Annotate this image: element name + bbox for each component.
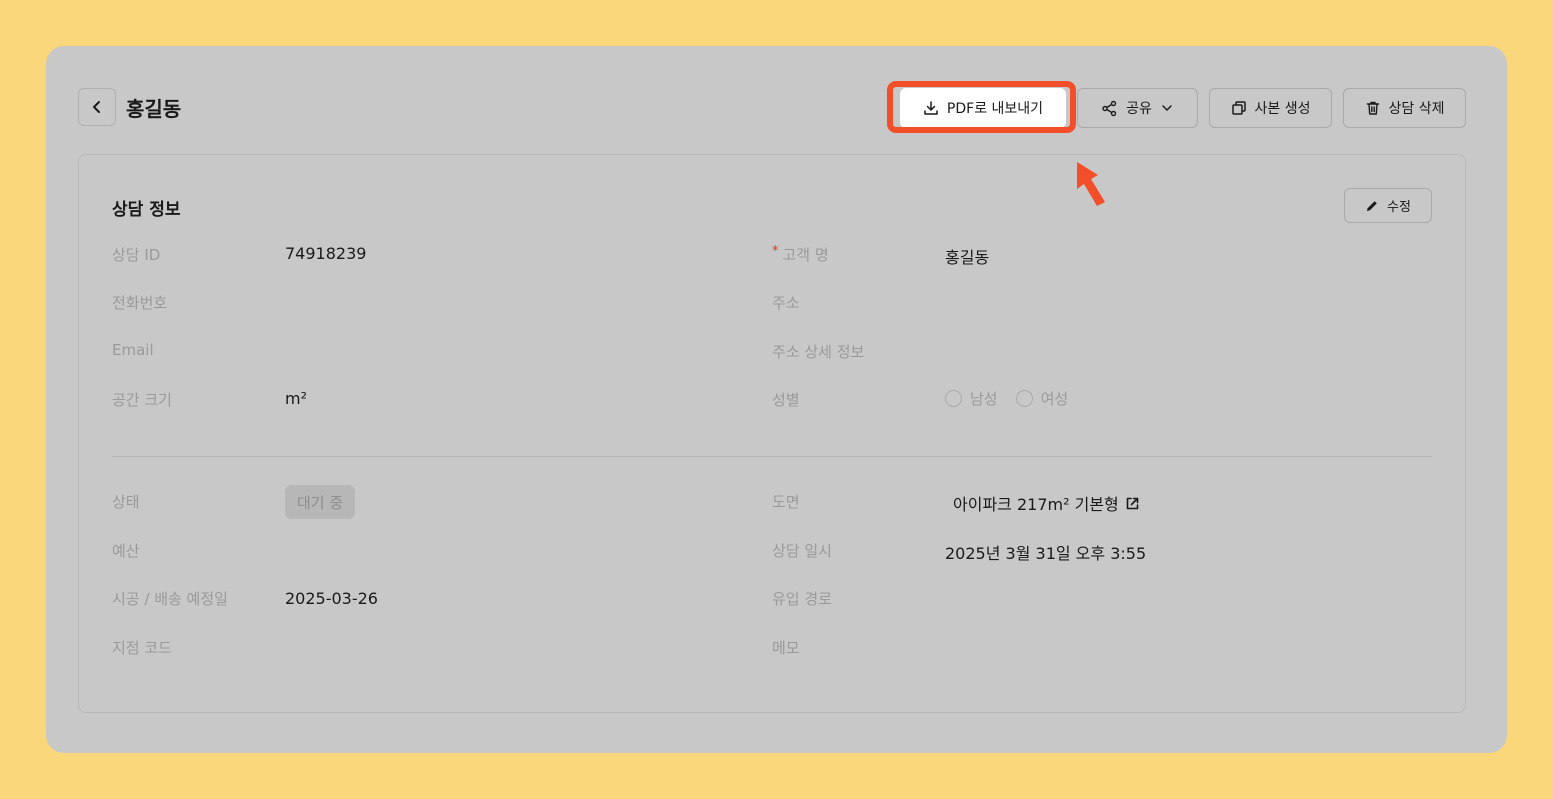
share-label: 공유: [1126, 101, 1152, 117]
gender-radio-group: 남성 여성: [945, 388, 1068, 409]
floorplan-link[interactable]: 아이파크 217m² 기본형: [953, 491, 1140, 515]
customer-name-label-text: 고객 명: [782, 246, 829, 264]
external-link-icon: [1126, 497, 1139, 509]
budget-label: 예산: [112, 542, 140, 560]
radio-circle[interactable]: [1015, 390, 1033, 407]
gender-option-female-label: 여성: [1040, 390, 1069, 408]
chevron-down-icon: [1162, 105, 1172, 111]
install-date-label: 시공 / 배송 예정일: [112, 590, 228, 608]
chevron-left-icon: [93, 101, 100, 113]
delete-label: 상담 삭제: [1388, 101, 1445, 117]
floorplan-value: 아이파크 217m² 기본형: [953, 495, 1119, 514]
status-label: 상태: [112, 493, 140, 511]
page-title: 홍길동: [126, 97, 182, 121]
consultation-info-card: 상담 정보 수정 상담 ID 74918239 * 고객 명 홍길동 전화번호 주…: [78, 154, 1466, 713]
gender-option-female[interactable]: 여성: [1015, 388, 1069, 409]
highlight-box: [887, 81, 1076, 133]
duplicate-button[interactable]: 사본 생성: [1209, 88, 1332, 128]
email-label: Email: [112, 341, 154, 359]
consultation-panel: 홍길동 PDF로 내보내기 공유 사본 생성 상담 삭제 상담 정보 수정 상담…: [46, 46, 1507, 753]
status-badge: 대기 중: [285, 485, 356, 519]
consult-datetime-value: 2025년 3월 31일 오후 3:55: [945, 544, 1147, 563]
edit-label: 수정: [1387, 200, 1411, 215]
address-detail-label: 주소 상세 정보: [772, 343, 865, 361]
pencil-icon: [1367, 200, 1377, 211]
customer-name-value: 홍길동: [945, 248, 990, 267]
gender-option-male-label: 남성: [970, 390, 998, 408]
copy-icon: [1231, 101, 1246, 115]
memo-label: 메모: [772, 639, 800, 657]
back-button[interactable]: [78, 88, 116, 126]
share-icon: [1102, 100, 1117, 116]
consult-id-value: 74918239: [285, 244, 367, 263]
radio-circle[interactable]: [945, 390, 962, 407]
floorplan-label: 도면: [772, 493, 800, 511]
customer-name-label: * 고객 명: [772, 244, 829, 265]
section-divider: [112, 456, 1432, 457]
address-label: 주소: [772, 294, 800, 312]
page-header: 홍길동 PDF로 내보내기 공유 사본 생성 상담 삭제: [78, 81, 1466, 206]
phone-label: 전화번호: [112, 294, 168, 312]
install-date-value: 2025-03-26: [285, 589, 378, 608]
consult-id-label: 상담 ID: [112, 246, 161, 264]
branch-code-label: 지점 코드: [112, 639, 172, 657]
edit-button[interactable]: 수정: [1344, 188, 1432, 223]
gender-option-male[interactable]: 남성: [945, 388, 998, 409]
consult-datetime-label: 상담 일시: [772, 542, 832, 560]
inflow-path-label: 유입 경로: [772, 590, 832, 608]
required-mark: *: [772, 244, 779, 259]
delete-button[interactable]: 상담 삭제: [1343, 88, 1466, 128]
space-size-label: 공간 크기: [112, 391, 172, 409]
gender-label: 성별: [772, 391, 800, 409]
trash-icon: [1366, 101, 1379, 115]
share-button[interactable]: 공유: [1077, 88, 1198, 128]
duplicate-label: 사본 생성: [1254, 101, 1311, 117]
section-title: 상담 정보: [112, 200, 181, 220]
space-size-value: m²: [285, 389, 307, 408]
